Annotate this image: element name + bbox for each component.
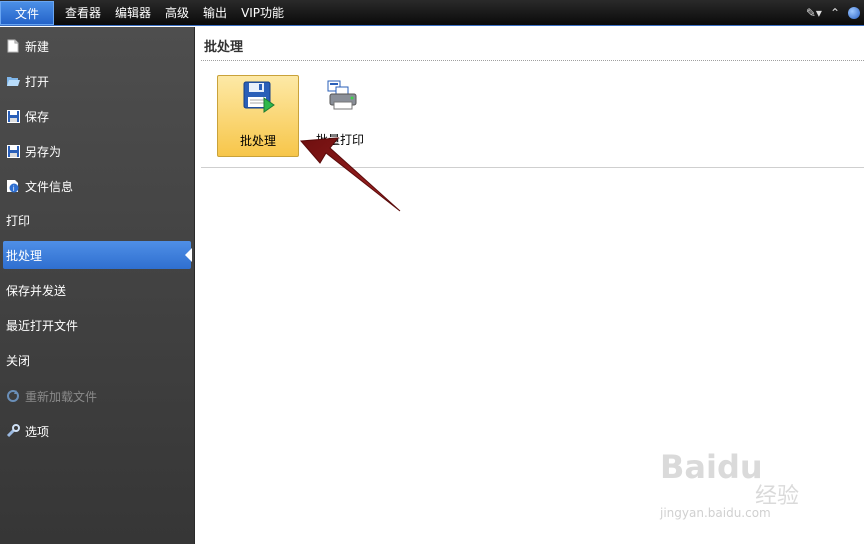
sidebar-item-recent[interactable]: 最近打开文件 — [3, 311, 191, 339]
menu-vip[interactable]: VIP功能 — [234, 0, 291, 25]
sidebar-item-label: 选项 — [25, 424, 50, 439]
tile-batch-print[interactable]: 批量打印 — [299, 75, 381, 157]
sidebar-item-label: 重新加载文件 — [25, 389, 98, 404]
backstage-sidebar: 新建 打开 保存 另存为 i 文件信息 打印 批处理 保存并发送 最近打开文件 … — [0, 27, 195, 544]
watermark-url: jingyan.baidu.com — [660, 506, 771, 520]
menu-editor[interactable]: 编辑器 — [108, 0, 158, 25]
save-as-icon — [6, 144, 20, 158]
divider — [201, 60, 864, 61]
save-icon — [6, 109, 20, 123]
batch-print-icon — [322, 79, 358, 113]
sidebar-item-save[interactable]: 保存 — [3, 102, 191, 130]
sidebar-item-label: 新建 — [25, 39, 50, 54]
sidebar-item-batch[interactable]: 批处理 — [3, 241, 192, 269]
caret-up-icon[interactable]: ⌃ — [830, 6, 840, 20]
sidebar-item-label: 另存为 — [25, 144, 62, 159]
sidebar-item-label: 文件信息 — [25, 179, 74, 194]
info-icon: i — [6, 179, 20, 193]
sidebar-item-label: 批处理 — [6, 248, 43, 263]
sidebar-item-print[interactable]: 打印 — [3, 206, 191, 234]
menu-output[interactable]: 输出 — [196, 0, 234, 25]
menu-file[interactable]: 文件 — [0, 1, 54, 25]
sidebar-item-label: 打印 — [6, 213, 31, 228]
new-doc-icon — [6, 39, 20, 53]
tile-batch-process[interactable]: 批处理 — [217, 75, 299, 157]
watermark: Baidu 经验 jingyan.baidu.com — [660, 448, 830, 528]
sidebar-item-file-info[interactable]: i 文件信息 — [3, 172, 191, 200]
menu-bar: 文件 查看器 编辑器 高级 输出 VIP功能 ✎▾ ⌃ — [0, 0, 864, 26]
batch-save-icon — [240, 80, 276, 114]
folder-open-icon — [6, 74, 20, 88]
reload-icon — [6, 389, 20, 403]
wrench-icon — [6, 424, 20, 438]
tile-label: 批处理 — [239, 134, 276, 148]
sidebar-item-label: 最近打开文件 — [6, 318, 79, 333]
section-title: 批处理 — [204, 40, 244, 55]
sidebar-item-label: 打开 — [25, 74, 50, 89]
svg-text:i: i — [13, 185, 15, 193]
tile-label: 批量打印 — [315, 133, 364, 147]
sidebar-item-label: 保存并发送 — [6, 283, 67, 298]
menu-viewer[interactable]: 查看器 — [58, 0, 108, 25]
sidebar-item-save-and-send[interactable]: 保存并发送 — [3, 276, 191, 304]
sidebar-item-close[interactable]: 关闭 — [3, 346, 191, 374]
sidebar-item-open[interactable]: 打开 — [3, 67, 191, 95]
sidebar-item-options[interactable]: 选项 — [3, 417, 191, 445]
sidebar-item-label: 关闭 — [6, 353, 31, 368]
menu-right-tools: ✎▾ ⌃ — [806, 0, 864, 25]
sidebar-item-reload: 重新加载文件 — [3, 382, 191, 410]
menu-advanced[interactable]: 高级 — [158, 0, 196, 25]
help-globe-icon[interactable] — [848, 6, 860, 19]
note-icon[interactable]: ✎▾ — [806, 6, 822, 20]
separator — [201, 167, 864, 168]
sidebar-item-new[interactable]: 新建 — [3, 32, 191, 60]
sidebar-item-save-as[interactable]: 另存为 — [3, 137, 191, 165]
sidebar-item-label: 保存 — [25, 109, 50, 124]
watermark-brand: Baidu — [660, 448, 763, 486]
